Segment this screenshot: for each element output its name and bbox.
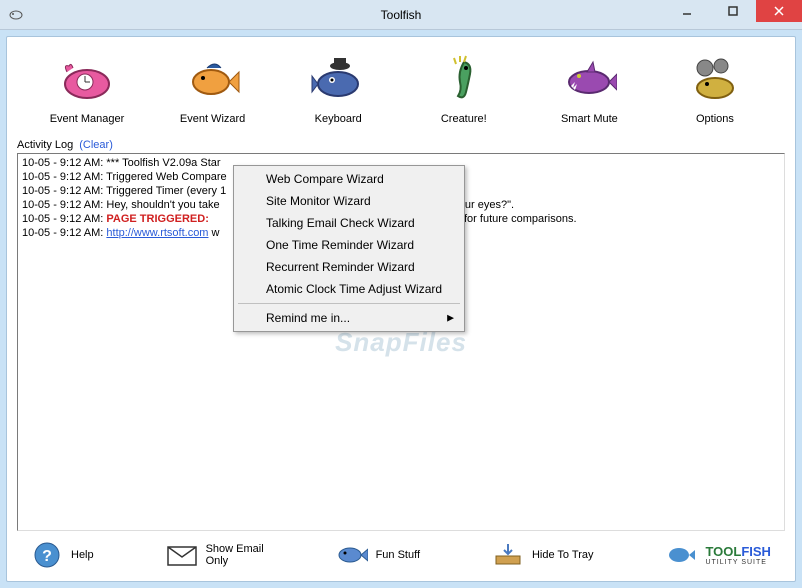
fun-label: Fun Stuff — [376, 549, 420, 561]
show-email-button[interactable]: Show Email Only — [166, 541, 264, 569]
log-header: Activity Log (Clear) — [17, 139, 785, 151]
fish-small-icon — [336, 541, 368, 569]
tool-label: Creature! — [441, 113, 487, 125]
window-title: Toolfish — [381, 8, 422, 22]
logo: TOOLFISH UTILITY SUITE — [665, 541, 771, 569]
maximize-button[interactable] — [710, 0, 756, 22]
bottom-bar: ? Help Show Email Only Fun Stuff — [17, 531, 785, 573]
tool-options[interactable]: Options — [665, 49, 765, 125]
seahorse-icon — [434, 49, 494, 109]
menu-talking-email[interactable]: Talking Email Check Wizard — [236, 212, 462, 234]
logo-text: TOOLFISH — [705, 544, 771, 559]
log-title: Activity Log — [17, 139, 73, 151]
tool-keyboard[interactable]: Keyboard — [288, 49, 388, 125]
shark-hat-icon — [308, 49, 368, 109]
app-icon — [8, 7, 24, 23]
menu-atomic-clock[interactable]: Atomic Clock Time Adjust Wizard — [236, 278, 462, 300]
shark-icon — [559, 49, 619, 109]
tool-label: Options — [696, 113, 734, 125]
window-controls — [664, 0, 802, 22]
inner-panel: Event Manager Event Wizard Keyboard — [6, 36, 796, 582]
email-label: Show Email Only — [206, 543, 264, 567]
url-link[interactable]: http://www.rtsoft.com — [106, 227, 208, 239]
tool-smart-mute[interactable]: Smart Mute — [539, 49, 639, 125]
tray-icon — [492, 541, 524, 569]
content-area: Event Manager Event Wizard Keyboard — [0, 30, 802, 588]
help-button[interactable]: ? Help — [31, 541, 94, 569]
tool-creature[interactable]: Creature! — [414, 49, 514, 125]
hide-tray-button[interactable]: Hide To Tray — [492, 541, 594, 569]
tray-label: Hide To Tray — [532, 549, 594, 561]
context-menu: Web Compare Wizard Site Monitor Wizard T… — [233, 165, 465, 332]
svg-text:?: ? — [42, 548, 52, 565]
menu-separator — [238, 303, 460, 304]
help-icon: ? — [31, 541, 63, 569]
minimize-button[interactable] — [664, 0, 710, 22]
tool-label: Keyboard — [315, 113, 362, 125]
envelope-icon — [166, 541, 198, 569]
whale-icon — [57, 49, 117, 109]
close-button[interactable] — [756, 0, 802, 22]
logo-subtitle: UTILITY SUITE — [705, 559, 771, 566]
fun-stuff-button[interactable]: Fun Stuff — [336, 541, 420, 569]
tool-event-manager[interactable]: Event Manager — [37, 49, 137, 125]
clear-link[interactable]: (Clear) — [79, 139, 113, 151]
fish-icon — [183, 49, 243, 109]
menu-remind-me[interactable]: Remind me in... ▶ — [236, 307, 462, 329]
gearfish-icon — [685, 49, 745, 109]
titlebar: Toolfish — [0, 0, 802, 30]
tool-label: Event Wizard — [180, 113, 245, 125]
tool-event-wizard[interactable]: Event Wizard — [163, 49, 263, 125]
menu-one-time-reminder[interactable]: One Time Reminder Wizard — [236, 234, 462, 256]
menu-site-monitor[interactable]: Site Monitor Wizard — [236, 190, 462, 212]
menu-web-compare[interactable]: Web Compare Wizard — [236, 168, 462, 190]
menu-recurrent-reminder[interactable]: Recurrent Reminder Wizard — [236, 256, 462, 278]
app-window: Toolfish Event Manager — [0, 0, 802, 588]
logo-fish-icon — [665, 541, 697, 569]
tool-label: Smart Mute — [561, 113, 618, 125]
tool-label: Event Manager — [50, 113, 125, 125]
help-label: Help — [71, 549, 94, 561]
main-toolbar: Event Manager Event Wizard Keyboard — [17, 45, 785, 135]
watermark: SnapFiles — [335, 335, 467, 349]
submenu-arrow-icon: ▶ — [447, 313, 454, 324]
